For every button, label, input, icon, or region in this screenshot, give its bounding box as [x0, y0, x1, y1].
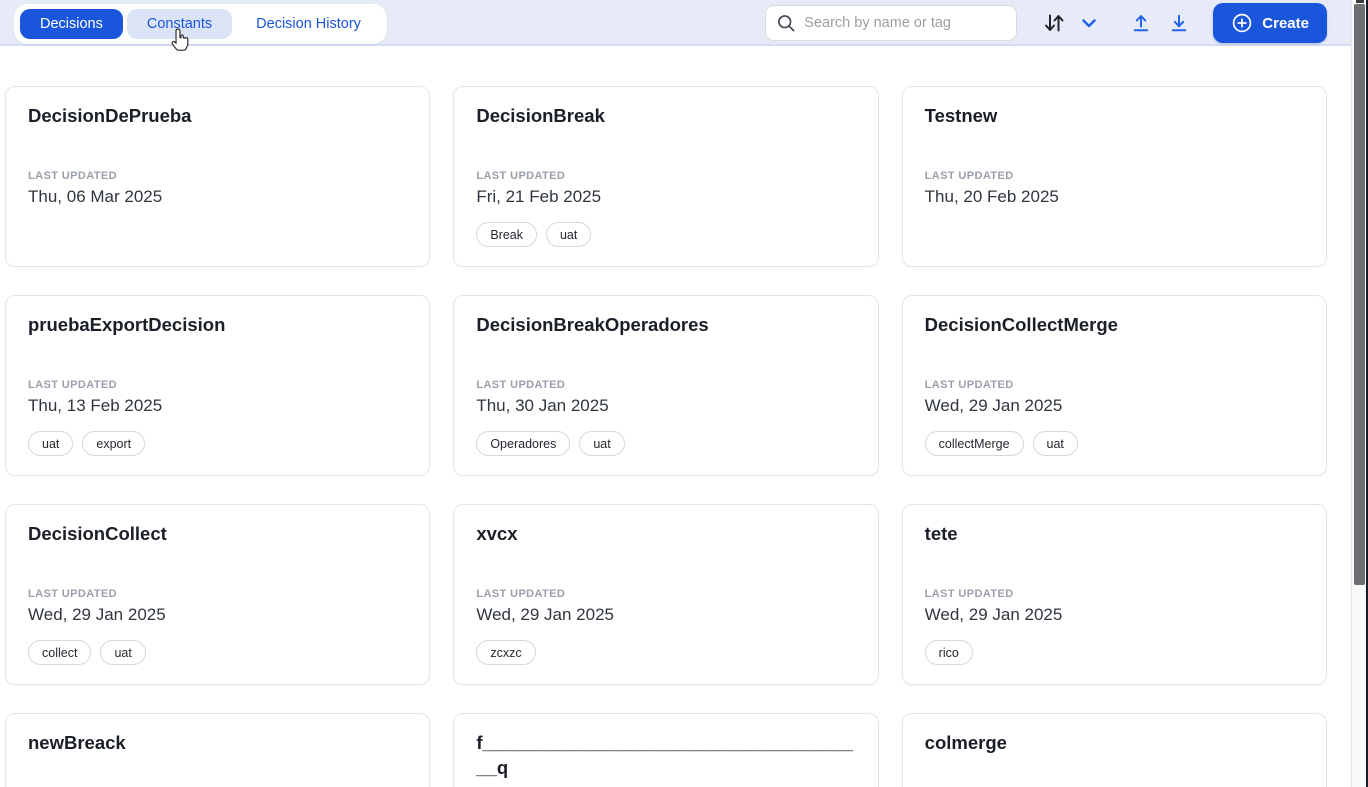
- last-updated-label: LAST UPDATED: [476, 170, 855, 183]
- last-updated-label: LAST UPDATED: [925, 379, 1304, 392]
- decision-card[interactable]: DecisionBreak LAST UPDATED Fri, 21 Feb 2…: [453, 86, 878, 267]
- card-tags: collect uat: [28, 640, 407, 665]
- last-updated-label: LAST UPDATED: [925, 588, 1304, 601]
- plus-circle-icon: [1231, 12, 1253, 34]
- decision-card[interactable]: tete LAST UPDATED Wed, 29 Jan 2025 rico: [902, 504, 1327, 685]
- upload-icon: [1129, 11, 1153, 35]
- sort-direction-button[interactable]: [1077, 5, 1101, 41]
- card-tags: Break uat: [476, 222, 855, 247]
- card-date: Wed, 29 Jan 2025: [925, 605, 1304, 625]
- tag-pill[interactable]: rico: [925, 640, 973, 665]
- card-title: DecisionCollectMerge: [925, 312, 1304, 337]
- decision-card[interactable]: DecisionCollectMerge LAST UPDATED Wed, 2…: [902, 295, 1327, 476]
- card-meta: LAST UPDATED Thu, 13 Feb 2025: [28, 379, 407, 416]
- tag-pill[interactable]: export: [82, 431, 145, 456]
- decision-card[interactable]: pruebaExportDecision LAST UPDATED Thu, 1…: [5, 295, 430, 476]
- card-meta: LAST UPDATED Wed, 29 Jan 2025: [925, 379, 1304, 416]
- tag-pill[interactable]: uat: [546, 222, 591, 247]
- card-date: Fri, 21 Feb 2025: [476, 187, 855, 207]
- import-button[interactable]: [1129, 5, 1153, 41]
- card-tags: Operadores uat: [476, 431, 855, 456]
- card-tags: collectMerge uat: [925, 431, 1304, 456]
- card-meta: LAST UPDATED Wed, 29 Jan 2025: [28, 588, 407, 625]
- decision-card[interactable]: colmerge: [902, 713, 1327, 787]
- tab-constants[interactable]: Constants: [127, 9, 232, 39]
- decision-card[interactable]: xvcx LAST UPDATED Wed, 29 Jan 2025 zcxzc: [453, 504, 878, 685]
- tab-decision-history[interactable]: Decision History: [236, 9, 381, 39]
- download-icon: [1167, 11, 1191, 35]
- last-updated-label: LAST UPDATED: [925, 170, 1304, 183]
- card-title: colmerge: [925, 730, 1304, 755]
- create-button[interactable]: Create: [1213, 3, 1327, 43]
- decision-card[interactable]: DecisionCollect LAST UPDATED Wed, 29 Jan…: [5, 504, 430, 685]
- card-meta: LAST UPDATED Thu, 20 Feb 2025: [925, 170, 1304, 207]
- last-updated-label: LAST UPDATED: [28, 170, 407, 183]
- tag-pill[interactable]: uat: [1033, 431, 1078, 456]
- tag-pill[interactable]: uat: [579, 431, 624, 456]
- tag-pill[interactable]: uat: [100, 640, 145, 665]
- card-title: newBreack: [28, 730, 407, 755]
- sort-arrows-icon: [1041, 10, 1067, 36]
- decision-card-grid: DecisionDePrueba LAST UPDATED Thu, 06 Ma…: [5, 86, 1327, 787]
- vertical-scrollbar[interactable]: [1351, 0, 1366, 787]
- card-date: Wed, 29 Jan 2025: [28, 605, 407, 625]
- decision-card[interactable]: Testnew LAST UPDATED Thu, 20 Feb 2025: [902, 86, 1327, 267]
- card-title: pruebaExportDecision: [28, 312, 407, 337]
- card-date: Thu, 30 Jan 2025: [476, 396, 855, 416]
- scrollbar-thumb[interactable]: [1354, 4, 1365, 585]
- card-title: DecisionCollect: [28, 521, 407, 546]
- card-title: xvcx: [476, 521, 855, 546]
- card-title: tete: [925, 521, 1304, 546]
- tab-group: Decisions Constants Decision History: [14, 4, 387, 44]
- card-date: Wed, 29 Jan 2025: [925, 396, 1304, 416]
- card-title: DecisionDePrueba: [28, 103, 407, 128]
- tag-pill[interactable]: Operadores: [476, 431, 570, 456]
- card-title: DecisionBreakOperadores: [476, 312, 855, 337]
- card-date: Thu, 06 Mar 2025: [28, 187, 407, 207]
- last-updated-label: LAST UPDATED: [476, 379, 855, 392]
- decision-card[interactable]: f______________________________________q: [453, 713, 878, 787]
- card-meta: LAST UPDATED Fri, 21 Feb 2025: [476, 170, 855, 207]
- decision-card[interactable]: newBreack: [5, 713, 430, 787]
- chevron-down-icon: [1077, 11, 1101, 35]
- last-updated-label: LAST UPDATED: [28, 379, 407, 392]
- tag-pill[interactable]: collect: [28, 640, 91, 665]
- scrollbar-top-nub: [1356, 0, 1364, 3]
- card-meta: LAST UPDATED Wed, 29 Jan 2025: [476, 588, 855, 625]
- sort-button[interactable]: [1041, 5, 1067, 41]
- card-meta: LAST UPDATED Thu, 06 Mar 2025: [28, 170, 407, 207]
- card-date: Thu, 13 Feb 2025: [28, 396, 407, 416]
- tag-pill[interactable]: uat: [28, 431, 73, 456]
- last-updated-label: LAST UPDATED: [28, 588, 407, 601]
- decision-card[interactable]: DecisionBreakOperadores LAST UPDATED Thu…: [453, 295, 878, 476]
- card-title: Testnew: [925, 103, 1304, 128]
- card-date: Thu, 20 Feb 2025: [925, 187, 1304, 207]
- card-tags: zcxzc: [476, 640, 855, 665]
- card-title: DecisionBreak: [476, 103, 855, 128]
- create-button-label: Create: [1262, 15, 1309, 32]
- tag-pill[interactable]: Break: [476, 222, 537, 247]
- tag-pill[interactable]: collectMerge: [925, 431, 1024, 456]
- tag-pill[interactable]: zcxzc: [476, 640, 535, 665]
- export-button[interactable]: [1167, 5, 1191, 41]
- decision-card[interactable]: DecisionDePrueba LAST UPDATED Thu, 06 Ma…: [5, 86, 430, 267]
- header-actions: Create: [765, 0, 1327, 46]
- search-icon: [776, 13, 796, 33]
- card-meta: LAST UPDATED Thu, 30 Jan 2025: [476, 379, 855, 416]
- top-bar: Decisions Constants Decision History: [0, 0, 1368, 46]
- search-box[interactable]: [765, 5, 1017, 41]
- card-title: f______________________________________q: [476, 730, 855, 780]
- card-meta: LAST UPDATED Wed, 29 Jan 2025: [925, 588, 1304, 625]
- card-tags: rico: [925, 640, 1304, 665]
- card-date: Wed, 29 Jan 2025: [476, 605, 855, 625]
- card-tags: uat export: [28, 431, 407, 456]
- search-input[interactable]: [804, 15, 1006, 31]
- tab-decisions[interactable]: Decisions: [20, 9, 123, 39]
- last-updated-label: LAST UPDATED: [476, 588, 855, 601]
